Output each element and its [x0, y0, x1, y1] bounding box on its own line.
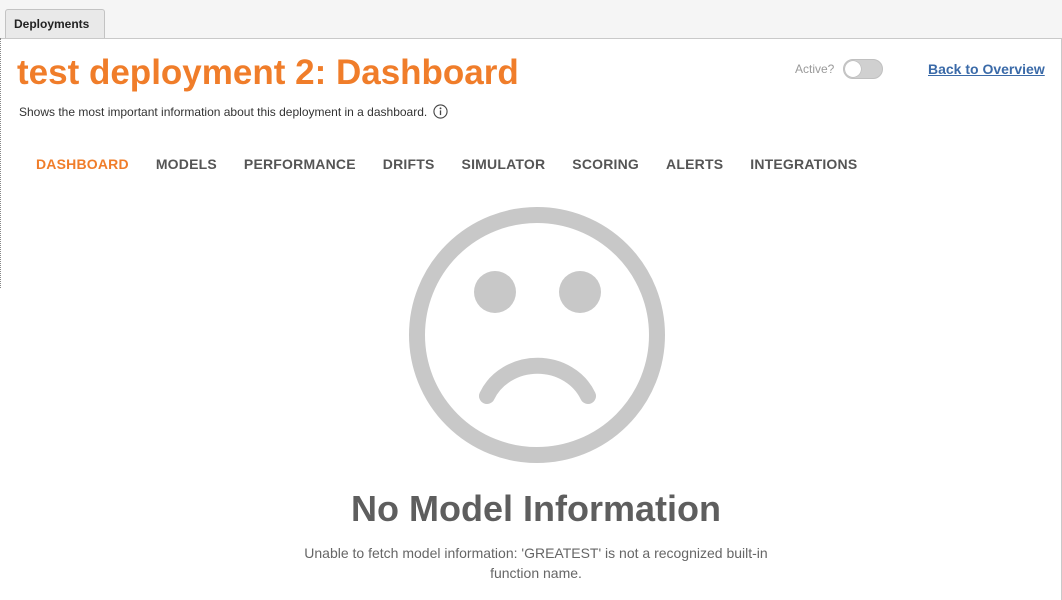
page-title: test deployment 2: Dashboard [17, 53, 519, 92]
tab-dashboard[interactable]: DASHBOARD [36, 156, 129, 172]
tab-models[interactable]: MODELS [156, 156, 217, 172]
left-edge-divider [0, 38, 3, 288]
empty-state-title: No Model Information [351, 488, 721, 529]
tab-deployments[interactable]: Deployments [5, 9, 105, 38]
active-toggle[interactable] [843, 59, 884, 79]
toggle-knob [845, 61, 862, 77]
back-to-overview-link[interactable]: Back to Overview [928, 61, 1045, 77]
info-icon[interactable] [433, 104, 448, 119]
tab-drifts[interactable]: DRIFTS [383, 156, 435, 172]
section-nav: DASHBOARD MODELS PERFORMANCE DRIFTS SIMU… [36, 156, 884, 172]
active-label: Active? [795, 62, 835, 76]
page-subtitle: Shows the most important information abo… [19, 104, 428, 119]
tab-performance[interactable]: PERFORMANCE [244, 156, 356, 172]
document-tab-strip: Deployments [0, 0, 1062, 39]
sad-face-icon [408, 206, 666, 464]
page-subtitle-row: Shows the most important information abo… [19, 104, 448, 119]
tab-integrations[interactable]: INTEGRATIONS [750, 156, 857, 172]
tab-simulator[interactable]: SIMULATOR [462, 156, 546, 172]
tab-scoring[interactable]: SCORING [572, 156, 639, 172]
tab-deployments-label: Deployments [14, 17, 90, 31]
empty-state-message: Unable to fetch model information: 'GREA… [304, 545, 768, 581]
tab-alerts[interactable]: ALERTS [666, 156, 723, 172]
active-toggle-row: Active? [795, 59, 884, 79]
